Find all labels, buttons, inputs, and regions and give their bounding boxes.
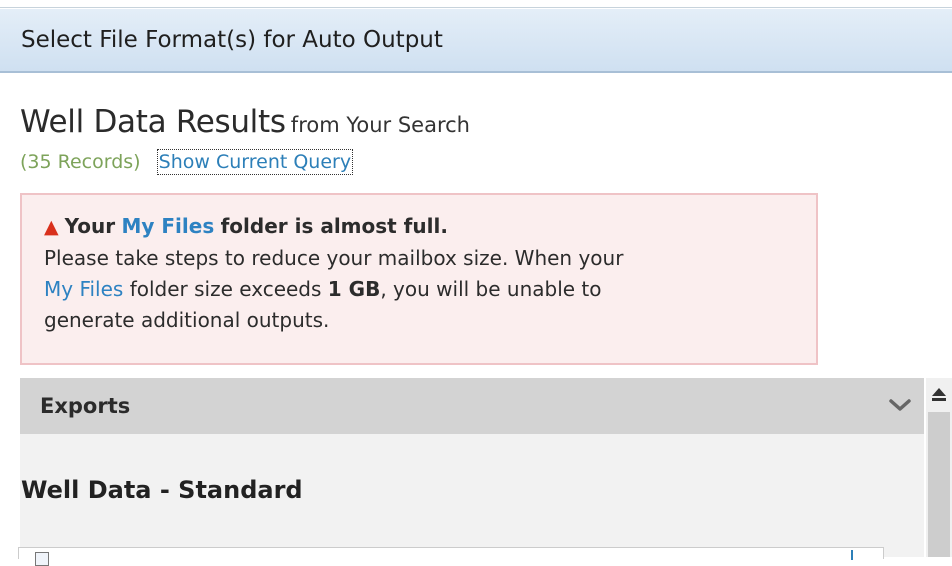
well-data-standard-title: Well Data - Standard bbox=[21, 476, 303, 504]
my-files-link[interactable]: My Files bbox=[121, 214, 214, 238]
exports-header-label: Exports bbox=[40, 394, 131, 418]
exports-header[interactable]: Exports bbox=[20, 378, 924, 434]
warning-triangle-icon: ▲ bbox=[44, 216, 59, 238]
warning-body-line-1: Please take steps to reduce your mailbox… bbox=[44, 246, 624, 270]
warning-title-prefix: Your bbox=[64, 214, 116, 238]
warning-title-suffix: folder is almost full. bbox=[220, 214, 448, 238]
exports-panel: Exports bbox=[20, 378, 924, 557]
results-title: Well Data Results bbox=[20, 104, 286, 140]
results-heading: Well Data Results from Your Search bbox=[20, 104, 470, 140]
chevron-down-icon[interactable] bbox=[886, 393, 914, 417]
warning-body-text-2: , you will be unable to bbox=[380, 277, 602, 301]
results-subtitle: from Your Search bbox=[290, 113, 470, 137]
scroll-up-arrow-icon[interactable] bbox=[926, 378, 952, 410]
format-option-row[interactable] bbox=[18, 547, 884, 566]
warning-body-line-2: My Files folder size exceeds 1 GB, you w… bbox=[44, 274, 794, 305]
storage-limit: 1 GB bbox=[327, 277, 381, 301]
records-row: (35 Records) Show Current Query bbox=[20, 149, 354, 175]
show-current-query-link[interactable]: Show Current Query bbox=[156, 149, 354, 175]
window-top-edge bbox=[0, 0, 952, 8]
info-icon[interactable] bbox=[851, 550, 853, 560]
scrollbar-thumb[interactable] bbox=[928, 412, 950, 557]
dialog-title: Select File Format(s) for Auto Output bbox=[21, 27, 443, 53]
dialog-title-bar: Select File Format(s) for Auto Output bbox=[0, 9, 952, 73]
records-count: (35 Records) bbox=[20, 151, 141, 173]
my-files-body-link[interactable]: My Files bbox=[44, 277, 123, 301]
warning-title: ▲ Your My Files folder is almost full. bbox=[44, 211, 794, 243]
warning-body-text: folder size exceeds bbox=[129, 277, 322, 301]
storage-warning-box: ▲ Your My Files folder is almost full. Pl… bbox=[20, 193, 818, 365]
warning-body-line-3: generate additional outputs. bbox=[44, 308, 330, 332]
vertical-scrollbar[interactable] bbox=[926, 378, 952, 557]
format-checkbox[interactable] bbox=[35, 552, 49, 566]
